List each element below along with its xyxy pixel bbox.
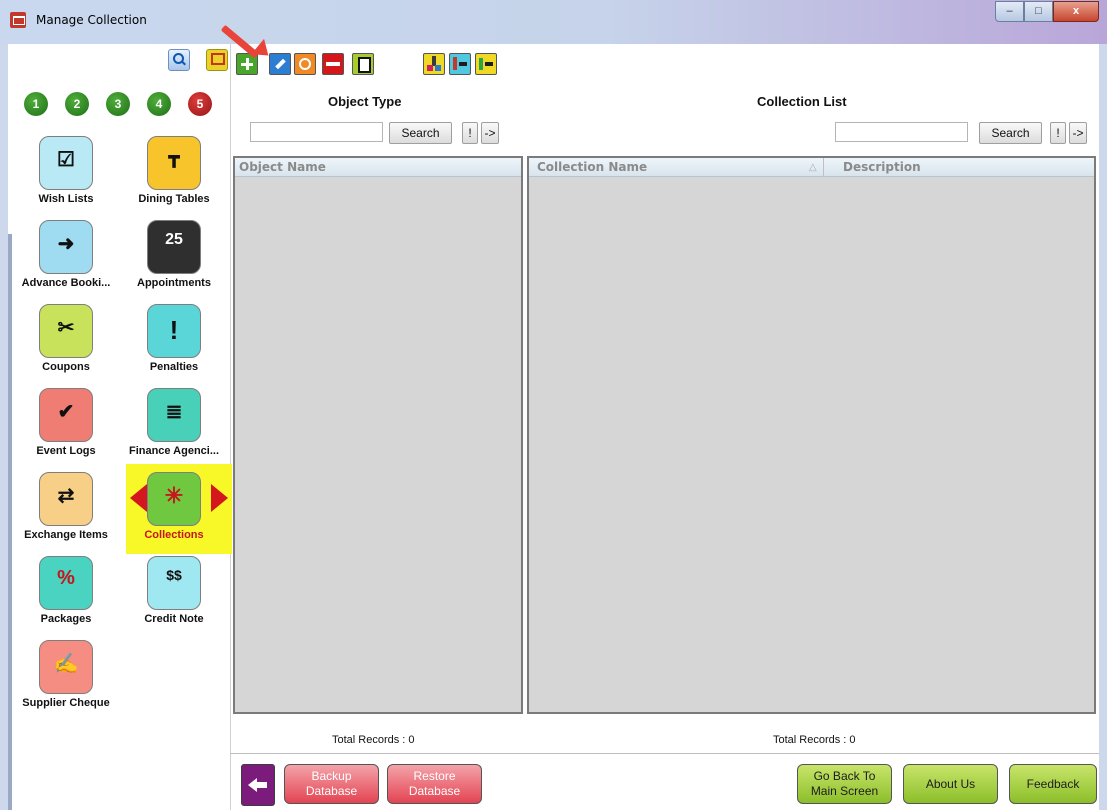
sidebar-item-advance-booking[interactable]: ➜ Advance Booki... <box>18 220 114 302</box>
window: Manage Collection – □ x 1 2 3 4 5 ☑ Wish… <box>0 0 1107 810</box>
right-total-records: Total Records : 0 <box>773 734 856 746</box>
collection-next-button[interactable]: -> <box>1069 122 1087 144</box>
title-bar[interactable]: Manage Collection – □ x <box>0 0 1107 44</box>
sidebar: 1 2 3 4 5 ☑ Wish Lists ┳ Dining Tables ➜… <box>8 44 232 810</box>
sidebar-item-event-logs[interactable]: ✔ Event Logs <box>18 388 114 470</box>
percent-bag-icon: % <box>39 556 93 610</box>
feedback-button[interactable]: Feedback <box>1009 764 1097 804</box>
sidebar-item-finance-agencies[interactable]: ≣ Finance Agenci... <box>126 388 222 470</box>
move-down-icon[interactable] <box>475 53 497 75</box>
sidebar-item-coupons[interactable]: ✂ Coupons <box>18 304 114 386</box>
exchange-icon: ⇄ <box>39 472 93 526</box>
minimize-button[interactable]: – <box>995 1 1024 22</box>
back-arrow-button[interactable] <box>241 764 275 806</box>
sidebar-scrollbar[interactable] <box>8 234 12 810</box>
object-name-header[interactable]: Object Name <box>235 158 521 177</box>
dining-table-icon: ┳ <box>147 136 201 190</box>
maximize-button[interactable]: □ <box>1024 1 1053 22</box>
object-type-next-button[interactable]: -> <box>481 122 499 144</box>
scissors-coupon-icon: ✂ <box>39 304 93 358</box>
copy-icon[interactable] <box>352 53 374 75</box>
window-title: Manage Collection <box>36 13 147 27</box>
app-icon <box>10 12 26 28</box>
left-window-frame <box>0 44 8 810</box>
restore-label: Restore Database <box>408 769 461 798</box>
object-type-search-input[interactable] <box>250 122 383 142</box>
sidebar-item-dining-tables[interactable]: ┳ Dining Tables <box>126 136 222 218</box>
collection-clear-button[interactable]: ! <box>1050 122 1066 144</box>
step-2-button[interactable]: 2 <box>65 92 89 116</box>
add-icon[interactable] <box>220 24 275 75</box>
search-icon[interactable] <box>168 49 190 71</box>
step-4-button[interactable]: 4 <box>147 92 171 116</box>
client-area: 1 2 3 4 5 ☑ Wish Lists ┳ Dining Tables ➜… <box>8 24 1099 810</box>
step-1-button[interactable]: 1 <box>24 92 48 116</box>
warning-icon: ! <box>147 304 201 358</box>
close-button[interactable]: x <box>1053 1 1099 22</box>
collection-grid-header: Collection Name △ Description <box>529 158 1094 177</box>
object-type-title: Object Type <box>328 94 402 109</box>
collection-list-title: Collection List <box>757 94 847 109</box>
object-type-clear-button[interactable]: ! <box>462 122 478 144</box>
backup-database-button[interactable]: Backup Database <box>284 764 379 804</box>
sidebar-item-credit-note[interactable]: $$ Credit Note <box>126 556 222 638</box>
go-back-main-screen-button[interactable]: Go Back To Main Screen <box>797 764 892 804</box>
sort-ascending-icon: △ <box>809 162 817 173</box>
money-stack-icon: ≣ <box>147 388 201 442</box>
step-5-button[interactable]: 5 <box>188 92 212 116</box>
sidebar-item-packages[interactable]: % Packages <box>18 556 114 638</box>
step-numbers: 1 2 3 4 5 <box>24 92 229 116</box>
step-3-button[interactable]: 3 <box>106 92 130 116</box>
about-us-button[interactable]: About Us <box>903 764 998 804</box>
sidebar-item-appointments[interactable]: 25 Appointments <box>126 220 222 302</box>
backup-label: Backup Database <box>305 769 358 798</box>
sidebar-item-wish-lists[interactable]: ☑ Wish Lists <box>18 136 114 218</box>
sidebar-item-supplier-cheque[interactable]: ✍ Supplier Cheque <box>18 640 114 722</box>
factory-dollar-icon: $$ <box>147 556 201 610</box>
sidebar-item-collections[interactable]: ✳ Collections <box>126 472 222 554</box>
window-controls: – □ x <box>995 1 1099 22</box>
find-icon[interactable] <box>294 53 316 75</box>
column-divider <box>823 158 824 177</box>
collection-search-input[interactable] <box>835 122 968 142</box>
main-area: Object Type Collection List Search ! -> … <box>220 24 1099 810</box>
go-back-label: Go Back To Main Screen <box>810 769 879 798</box>
restore-database-button[interactable]: Restore Database <box>387 764 482 804</box>
object-list-panel[interactable]: Object Name <box>233 156 523 714</box>
sidebar-item-exchange-items[interactable]: ⇄ Exchange Items <box>18 472 114 554</box>
right-window-frame <box>1099 44 1107 810</box>
description-column-header[interactable]: Description <box>843 158 921 177</box>
collection-list-panel[interactable]: Collection Name △ Description <box>527 156 1096 714</box>
collection-search-button[interactable]: Search <box>979 122 1042 144</box>
move-up-icon[interactable] <box>449 53 471 75</box>
import-icon[interactable] <box>423 53 445 75</box>
cheque-icon: ✍ <box>39 640 93 694</box>
checklist-icon: ☑ <box>39 136 93 190</box>
delete-icon[interactable] <box>322 53 344 75</box>
windows-icon[interactable] <box>206 49 228 71</box>
left-total-records: Total Records : 0 <box>332 734 415 746</box>
calendar-check-icon: ✔ <box>39 388 93 442</box>
object-name-column-label: Object Name <box>239 160 326 174</box>
sidebar-item-penalties[interactable]: ! Penalties <box>126 304 222 386</box>
object-type-search-button[interactable]: Search <box>389 122 452 144</box>
calendar-arrow-icon: ➜ <box>39 220 93 274</box>
collection-name-column-header[interactable]: Collection Name <box>537 158 647 177</box>
footer-divider <box>230 753 1099 754</box>
collapse-arrows-icon: ✳ <box>147 472 201 526</box>
calendar-25-icon: 25 <box>147 220 201 274</box>
edit-icon[interactable] <box>269 53 291 75</box>
